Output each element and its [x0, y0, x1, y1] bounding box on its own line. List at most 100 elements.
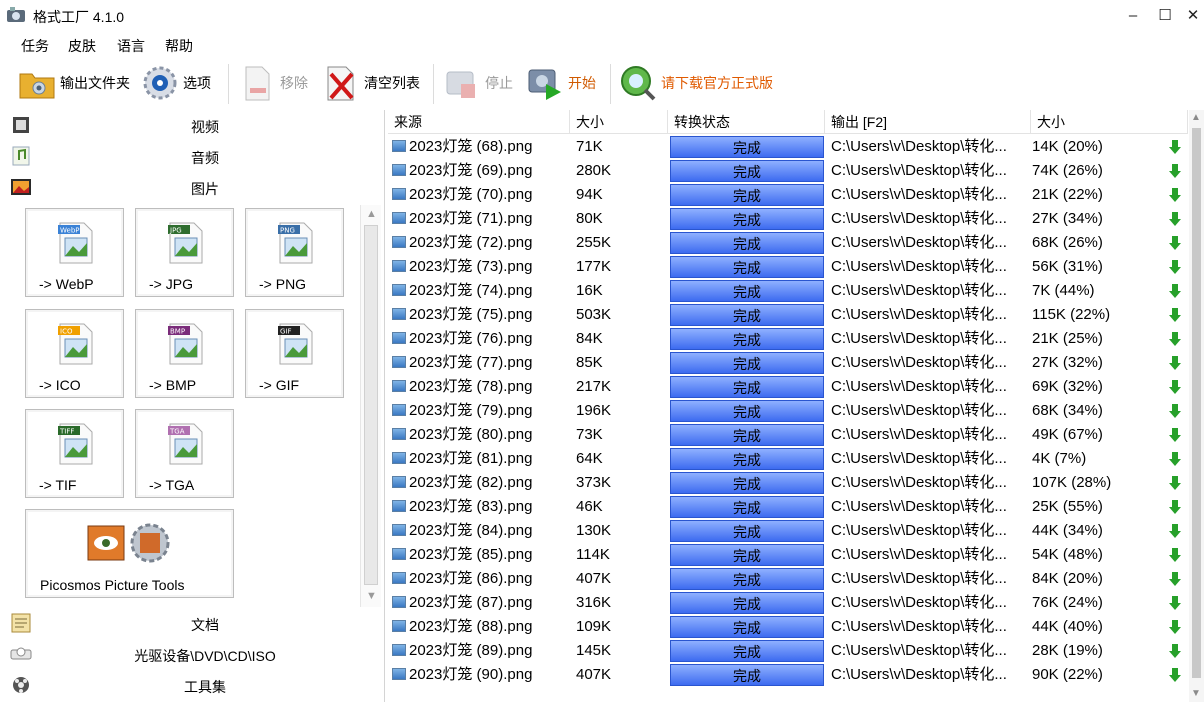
menu-help[interactable]: 帮助 — [165, 36, 193, 56]
download-arrow-icon[interactable] — [1168, 375, 1184, 399]
category-tools[interactable]: 工具集 — [0, 670, 385, 701]
column-source[interactable]: 来源 — [388, 110, 570, 134]
download-arrow-icon[interactable] — [1168, 159, 1184, 183]
table-row[interactable]: 2023灯笼 (79).png 196K 完成 C:\Users\v\Desktop\… — [388, 399, 1188, 423]
format-tile-ico[interactable]: ICO -> ICO — [25, 309, 124, 398]
column-status[interactable]: 转换状态 — [668, 110, 825, 134]
table-scrollbar[interactable]: ▲ ▼ — [1189, 110, 1204, 702]
table-row[interactable]: 2023灯笼 (68).png 71K 完成 C:\Users\v\Desktop\转… — [388, 135, 1188, 159]
table-row[interactable]: 2023灯笼 (73).png 177K 完成 C:\Users\v\Desktop\… — [388, 255, 1188, 279]
table-row[interactable]: 2023灯笼 (84).png 130K 完成 C:\Users\v\Desktop\… — [388, 519, 1188, 543]
maximize-button[interactable]: ☐ — [1150, 0, 1180, 32]
source-cell: 2023灯笼 (78).png — [392, 375, 570, 399]
table-row[interactable]: 2023灯笼 (85).png 114K 完成 C:\Users\v\Desktop\… — [388, 543, 1188, 567]
picosmos-tools-tile[interactable]: Picosmos Picture Tools — [25, 509, 234, 598]
table-row[interactable]: 2023灯笼 (83).png 46K 完成 C:\Users\v\Desktop\转… — [388, 495, 1188, 519]
window-title: 格式工厂 4.1.0 — [33, 9, 125, 25]
download-arrow-icon[interactable] — [1168, 663, 1184, 687]
table-row[interactable]: 2023灯笼 (69).png 280K 完成 C:\Users\v\Desktop\… — [388, 159, 1188, 183]
download-arrow-icon[interactable] — [1168, 351, 1184, 375]
format-tile-tiff[interactable]: TIFF -> TIF — [25, 409, 124, 498]
download-arrow-icon[interactable] — [1168, 399, 1184, 423]
download-arrow-icon[interactable] — [1168, 447, 1184, 471]
close-button[interactable]: ✕ — [1178, 0, 1204, 32]
category-video[interactable]: 视频 — [0, 110, 385, 141]
download-arrow-icon[interactable] — [1168, 519, 1184, 543]
format-tile-gif[interactable]: GIF -> GIF — [245, 309, 344, 398]
column-output-size[interactable]: 大小 — [1031, 110, 1188, 134]
source-cell: 2023灯笼 (82).png — [392, 471, 570, 495]
table-row[interactable]: 2023灯笼 (72).png 255K 完成 C:\Users\v\Desktop\… — [388, 231, 1188, 255]
column-size[interactable]: 大小 — [570, 110, 668, 134]
table-row[interactable]: 2023灯笼 (75).png 503K 完成 C:\Users\v\Desktop\… — [388, 303, 1188, 327]
table-row[interactable]: 2023灯笼 (81).png 64K 完成 C:\Users\v\Desktop\转… — [388, 447, 1188, 471]
download-arrow-icon[interactable] — [1168, 567, 1184, 591]
download-arrow-icon[interactable] — [1168, 231, 1184, 255]
picosmos-eye-gear-icon — [87, 523, 170, 563]
start-button[interactable]: 开始 — [526, 62, 596, 104]
table-row[interactable]: 2023灯笼 (71).png 80K 完成 C:\Users\v\Desktop\转… — [388, 207, 1188, 231]
download-arrow-icon[interactable] — [1168, 255, 1184, 279]
download-arrow-icon[interactable] — [1168, 327, 1184, 351]
table-row[interactable]: 2023灯笼 (78).png 217K 完成 C:\Users\v\Desktop\… — [388, 375, 1188, 399]
status-progress-bar: 完成 — [670, 544, 824, 566]
table-row[interactable]: 2023灯笼 (82).png 373K 完成 C:\Users\v\Desktop\… — [388, 471, 1188, 495]
category-optical[interactable]: 光驱设备\DVD\CD\ISO — [0, 639, 385, 670]
download-arrow-icon[interactable] — [1168, 471, 1184, 495]
remove-button[interactable]: 移除 — [238, 62, 308, 104]
download-arrow-icon[interactable] — [1168, 543, 1184, 567]
category-image[interactable]: 图片 — [0, 172, 385, 203]
download-arrow-icon[interactable] — [1168, 423, 1184, 447]
download-arrow-icon[interactable] — [1168, 615, 1184, 639]
download-arrow-icon[interactable] — [1168, 207, 1184, 231]
table-row[interactable]: 2023灯笼 (86).png 407K 完成 C:\Users\v\Desktop\… — [388, 567, 1188, 591]
download-official-button[interactable]: 请下载官方正式版 — [619, 62, 773, 104]
image-file-icon — [392, 548, 406, 560]
category-tools-label: 工具集 — [184, 679, 226, 695]
download-arrow-icon[interactable] — [1168, 279, 1184, 303]
table-row[interactable]: 2023灯笼 (74).png 16K 完成 C:\Users\v\Desktop\转… — [388, 279, 1188, 303]
download-arrow-icon[interactable] — [1168, 495, 1184, 519]
scrollbar-thumb[interactable] — [364, 225, 378, 585]
column-output[interactable]: 输出 [F2] — [825, 110, 1031, 134]
download-arrow-icon[interactable] — [1168, 591, 1184, 615]
format-tile-webp[interactable]: WebP -> WebP — [25, 208, 124, 297]
menu-language[interactable]: 语言 — [117, 36, 145, 56]
scroll-up-arrow-icon[interactable]: ▲ — [1191, 112, 1201, 123]
table-row[interactable]: 2023灯笼 (88).png 109K 完成 C:\Users\v\Desktop\… — [388, 615, 1188, 639]
table-row[interactable]: 2023灯笼 (87).png 316K 完成 C:\Users\v\Desktop\… — [388, 591, 1188, 615]
category-document[interactable]: 文档 — [0, 608, 385, 639]
image-file-icon — [392, 620, 406, 632]
table-row[interactable]: 2023灯笼 (90).png 407K 完成 C:\Users\v\Desktop\… — [388, 663, 1188, 687]
download-arrow-icon[interactable] — [1168, 639, 1184, 663]
category-audio[interactable]: 音频 — [0, 141, 385, 172]
table-row[interactable]: 2023灯笼 (89).png 145K 完成 C:\Users\v\Desktop\… — [388, 639, 1188, 663]
table-row[interactable]: 2023灯笼 (70).png 94K 完成 C:\Users\v\Desktop\转… — [388, 183, 1188, 207]
stop-button[interactable]: 停止 — [443, 62, 513, 104]
output-path-cell: C:\Users\v\Desktop\转化... — [831, 138, 1007, 155]
table-row[interactable]: 2023灯笼 (80).png 73K 完成 C:\Users\v\Desktop\转… — [388, 423, 1188, 447]
format-tile-tga[interactable]: TGA -> TGA — [135, 409, 234, 498]
format-tile-jpg[interactable]: JPG -> JPG — [135, 208, 234, 297]
options-button[interactable]: 选项 — [141, 62, 211, 104]
menu-skin[interactable]: 皮肤 — [68, 36, 96, 56]
scroll-down-arrow-icon[interactable]: ▼ — [364, 589, 379, 604]
minimize-button[interactable]: – — [1118, 0, 1148, 32]
scroll-up-arrow-icon[interactable]: ▲ — [364, 207, 379, 222]
scrollbar-thumb[interactable] — [1192, 128, 1201, 678]
format-tile-bmp[interactable]: BMP -> BMP — [135, 309, 234, 398]
download-arrow-icon[interactable] — [1168, 183, 1184, 207]
source-cell: 2023灯笼 (69).png — [392, 159, 570, 183]
tiles-scrollbar[interactable]: ▲ ▼ — [360, 205, 381, 607]
size-cell: 85K — [576, 354, 603, 371]
output-folder-button[interactable]: 输出文件夹 — [18, 62, 130, 104]
table-row[interactable]: 2023灯笼 (76).png 84K 完成 C:\Users\v\Desktop\转… — [388, 327, 1188, 351]
table-row[interactable]: 2023灯笼 (77).png 85K 完成 C:\Users\v\Desktop\转… — [388, 351, 1188, 375]
download-arrow-icon[interactable] — [1168, 303, 1184, 327]
output-size-cell: 49K (67%) — [1032, 426, 1103, 443]
clear-list-button[interactable]: 清空列表 — [322, 62, 420, 104]
download-arrow-icon[interactable] — [1168, 135, 1184, 159]
menu-task[interactable]: 任务 — [21, 36, 49, 56]
scroll-down-arrow-icon[interactable]: ▼ — [1191, 688, 1201, 699]
format-tile-png[interactable]: PNG -> PNG — [245, 208, 344, 297]
